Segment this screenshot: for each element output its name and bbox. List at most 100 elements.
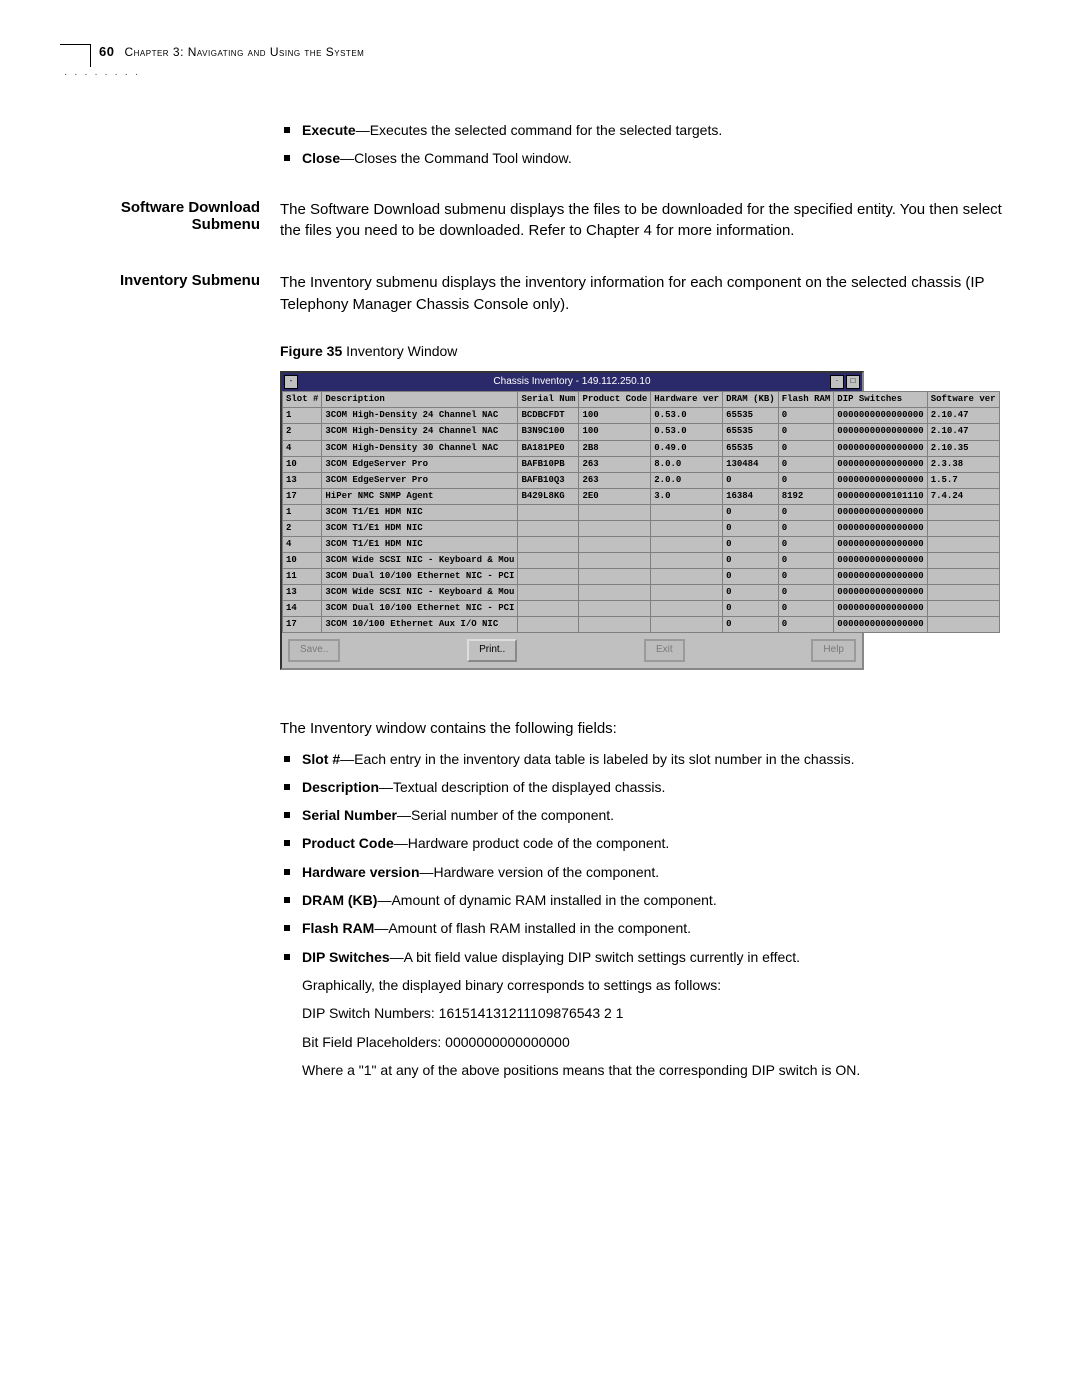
- table-row[interactable]: 17HiPer NMC SNMP AgentB429L8KG2E03.01638…: [283, 488, 1000, 504]
- cell: BCDBCFDT: [518, 408, 579, 424]
- cell: 0: [723, 472, 779, 488]
- section-body-software: The Software Download submenu displays t…: [280, 199, 1020, 243]
- cell: 0: [778, 617, 834, 633]
- cell: 3COM High-Density 24 Channel NAC: [322, 424, 518, 440]
- cell: 0000000000000000: [834, 617, 927, 633]
- cell: 0.49.0: [651, 440, 723, 456]
- cell: 1.5.7: [927, 472, 999, 488]
- cell: 0000000000000000: [834, 568, 927, 584]
- cell: [579, 617, 651, 633]
- table-row[interactable]: 133COM EdgeServer ProBAFB10Q32632.0.0000…: [283, 472, 1000, 488]
- cell: 0: [723, 601, 779, 617]
- cell: 3.0: [651, 488, 723, 504]
- table-row[interactable]: 133COM Wide SCSI NIC - Keyboard & Mou000…: [283, 584, 1000, 600]
- window-button[interactable]: ·: [830, 375, 844, 389]
- cell: [927, 584, 999, 600]
- cell: 3COM T1/E1 HDM NIC: [322, 504, 518, 520]
- table-row[interactable]: 23COM High-Density 24 Channel NACB3N9C10…: [283, 424, 1000, 440]
- term: Description: [302, 779, 379, 795]
- tab-decoration: [60, 44, 91, 67]
- list-item: Flash RAM—Amount of flash RAM installed …: [280, 918, 1020, 938]
- cell: [579, 584, 651, 600]
- cell: [651, 552, 723, 568]
- cell: BA181PE0: [518, 440, 579, 456]
- col-header: Hardware ver: [651, 392, 723, 408]
- cell: [518, 601, 579, 617]
- cell: 10: [283, 552, 322, 568]
- cell: 13: [283, 472, 322, 488]
- window-menu-icon[interactable]: -: [284, 375, 298, 389]
- window-titlebar: - Chassis Inventory - 149.112.250.10 ·□: [282, 373, 862, 392]
- cell: [518, 584, 579, 600]
- list-item: Close—Closes the Command Tool window.: [280, 148, 1020, 168]
- cell: [651, 568, 723, 584]
- cell: [579, 568, 651, 584]
- cell: 0000000000000000: [834, 536, 927, 552]
- cell: B3N9C100: [518, 424, 579, 440]
- cell: [927, 568, 999, 584]
- cell: 100: [579, 408, 651, 424]
- table-row[interactable]: 43COM T1/E1 HDM NIC000000000000000000: [283, 536, 1000, 552]
- table-row[interactable]: 113COM Dual 10/100 Ethernet NIC - PCI000…: [283, 568, 1000, 584]
- term: Serial Number: [302, 807, 397, 823]
- cell: 13: [283, 584, 322, 600]
- cell: [651, 584, 723, 600]
- cell: 3COM Dual 10/100 Ethernet NIC - PCI: [322, 568, 518, 584]
- table-row[interactable]: 143COM Dual 10/100 Ethernet NIC - PCI000…: [283, 601, 1000, 617]
- table-row[interactable]: 103COM Wide SCSI NIC - Keyboard & Mou000…: [283, 552, 1000, 568]
- print-button[interactable]: Print..: [467, 639, 517, 662]
- window-button[interactable]: □: [846, 375, 860, 389]
- cell: 2B8: [579, 440, 651, 456]
- save-button[interactable]: Save..: [288, 639, 340, 662]
- exit-button[interactable]: Exit: [644, 639, 685, 662]
- cell: 0000000000000000: [834, 424, 927, 440]
- cell: 2: [283, 520, 322, 536]
- cell: 10: [283, 456, 322, 472]
- cell: [927, 536, 999, 552]
- cell: 0: [723, 584, 779, 600]
- term: Close: [302, 150, 340, 166]
- table-row[interactable]: 43COM High-Density 30 Channel NACBA181PE…: [283, 440, 1000, 456]
- term: Product Code: [302, 835, 394, 851]
- figure-caption: Figure 35 Inventory Window: [280, 341, 1020, 361]
- list-item: DRAM (KB)—Amount of dynamic RAM installe…: [280, 890, 1020, 910]
- list-item: Product Code—Hardware product code of th…: [280, 833, 1020, 853]
- cell: 2.3.38: [927, 456, 999, 472]
- col-header: DRAM (KB): [723, 392, 779, 408]
- cell: 3COM EdgeServer Pro: [322, 472, 518, 488]
- table-row[interactable]: 23COM T1/E1 HDM NIC000000000000000000: [283, 520, 1000, 536]
- cell: 0: [723, 568, 779, 584]
- cell: 0: [778, 601, 834, 617]
- table-row[interactable]: 103COM EdgeServer ProBAFB10PB2638.0.0130…: [283, 456, 1000, 472]
- cell: 0: [778, 424, 834, 440]
- cell: 0000000000101110: [834, 488, 927, 504]
- cell: 2.0.0: [651, 472, 723, 488]
- section-label-inventory: Inventory Submenu: [60, 272, 280, 670]
- cell: [651, 504, 723, 520]
- cell: 65535: [723, 408, 779, 424]
- cell: 3COM Wide SCSI NIC - Keyboard & Mou: [322, 552, 518, 568]
- help-button[interactable]: Help: [811, 639, 856, 662]
- cell: 0: [778, 520, 834, 536]
- table-row[interactable]: 13COM High-Density 24 Channel NACBCDBCFD…: [283, 408, 1000, 424]
- cell: 7.4.24: [927, 488, 999, 504]
- table-row[interactable]: 13COM T1/E1 HDM NIC000000000000000000: [283, 504, 1000, 520]
- cell: 100: [579, 424, 651, 440]
- cell: 0000000000000000: [834, 472, 927, 488]
- cell: [518, 617, 579, 633]
- cell: 3COM EdgeServer Pro: [322, 456, 518, 472]
- dip-extra-2: DIP Switch Numbers: 16151413121110987654…: [302, 1003, 1020, 1023]
- cell: 3COM Wide SCSI NIC - Keyboard & Mou: [322, 584, 518, 600]
- cell: [927, 520, 999, 536]
- cell: 0: [778, 472, 834, 488]
- cell: [651, 520, 723, 536]
- inventory-table: Slot #DescriptionSerial NumProduct CodeH…: [282, 391, 1000, 633]
- cell: 0.53.0: [651, 408, 723, 424]
- cell: 4: [283, 536, 322, 552]
- table-row[interactable]: 173COM 10/100 Ethernet Aux I/O NIC000000…: [283, 617, 1000, 633]
- cell: 3COM T1/E1 HDM NIC: [322, 520, 518, 536]
- window-title: Chassis Inventory - 149.112.250.10: [493, 375, 650, 390]
- dip-extra-4: Where a "1" at any of the above position…: [302, 1060, 1020, 1080]
- fields-list: Slot #—Each entry in the inventory data …: [280, 749, 1020, 967]
- cell: 3COM High-Density 24 Channel NAC: [322, 408, 518, 424]
